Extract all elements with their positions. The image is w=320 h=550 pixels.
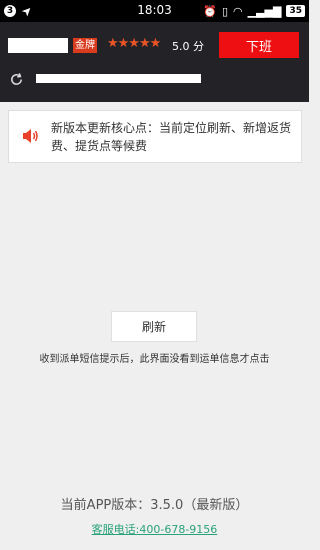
service-phone-link[interactable]: 客服电话:400-678-9156 [0,521,309,537]
driver-header: 金牌 ★★★★★ 5.0 分 下班 [0,22,309,102]
notice-text: 新版本更新核心点：当前定位刷新、新增返货费、提货点等候费 [51,121,292,153]
current-location-redacted [36,74,201,83]
rating-stars-icon: ★★★★★ [107,36,161,51]
status-bar: 3 ➤ 18:03 ⏰ ▯ ◠ ▁▃▅▇ 35 [0,0,309,22]
refresh-location-icon[interactable] [9,72,24,87]
driver-name-redacted [8,38,68,53]
rating-score: 5.0 分 [172,40,204,53]
offwork-button[interactable]: 下班 [219,32,299,58]
gold-badge: 金牌 [73,38,97,53]
speaker-icon [23,129,38,143]
refresh-button[interactable]: 刷新 [111,311,197,342]
app-version: 当前APP版本：3.5.0（最新版） [60,498,249,513]
clock: 18:03 [137,3,172,17]
update-notice: 新版本更新核心点：当前定位刷新、新增返货费、提货点等候费 [8,110,302,163]
refresh-hint: 收到派单短信提示后，此界面没看到运单信息才点击 [39,354,270,365]
